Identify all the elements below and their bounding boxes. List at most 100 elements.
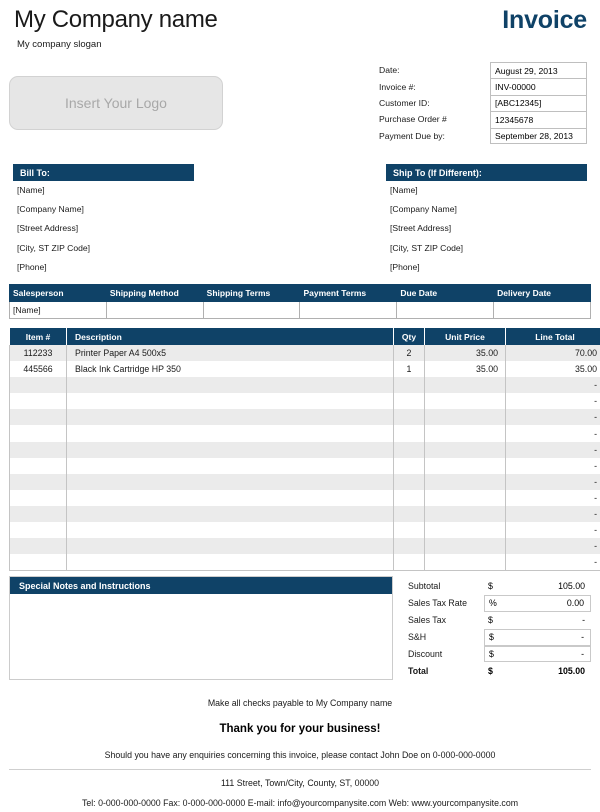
- cell-item[interactable]: [9, 393, 67, 410]
- terms-cell[interactable]: [396, 301, 495, 319]
- cell-description[interactable]: [66, 425, 394, 442]
- cell-description[interactable]: [66, 505, 394, 523]
- address-line[interactable]: [City, ST ZIP Code]: [386, 239, 587, 258]
- cell-description[interactable]: [66, 409, 394, 426]
- cell-item[interactable]: [9, 409, 67, 426]
- cell-description[interactable]: [66, 377, 394, 394]
- address-line[interactable]: [City, ST ZIP Code]: [13, 239, 194, 258]
- terms-cell[interactable]: [Name]: [9, 301, 107, 319]
- cell-item[interactable]: [9, 441, 67, 458]
- meta-row: Payment Due by: September 28, 2013: [378, 127, 587, 144]
- totals-currency-symbol: $: [484, 628, 514, 646]
- terms-column-header: Salesperson: [9, 284, 107, 302]
- cell-item[interactable]: [9, 457, 67, 474]
- cell-qty[interactable]: [393, 457, 425, 474]
- meta-row: Purchase Order # 12345678: [378, 111, 587, 128]
- meta-value[interactable]: 12345678: [490, 111, 587, 128]
- cell-line-total: -: [505, 489, 600, 506]
- terms-cell[interactable]: [105, 301, 204, 319]
- totals-amount[interactable]: -: [514, 628, 591, 646]
- cell-qty[interactable]: [393, 409, 425, 426]
- cell-qty[interactable]: [393, 489, 425, 506]
- cell-qty[interactable]: [393, 425, 425, 442]
- table-row: -: [9, 505, 600, 523]
- invoice-page: My Company name My company slogan Insert…: [0, 0, 600, 812]
- totals-amount[interactable]: -: [514, 645, 591, 663]
- address-line[interactable]: [Phone]: [13, 258, 194, 277]
- cell-unit-price[interactable]: [424, 409, 506, 426]
- cell-item[interactable]: 112233: [9, 345, 67, 362]
- cell-unit-price[interactable]: [424, 457, 506, 474]
- table-row: 112233 Printer Paper A4 500x5 2 35.00 70.00: [9, 345, 600, 362]
- cell-unit-price[interactable]: 35.00: [424, 361, 506, 378]
- cell-description[interactable]: [66, 457, 394, 474]
- cell-unit-price[interactable]: [424, 538, 506, 555]
- cell-qty[interactable]: [393, 538, 425, 555]
- cell-unit-price[interactable]: [424, 425, 506, 442]
- cell-qty[interactable]: [393, 441, 425, 458]
- ship-to-heading: Ship To (If Different):: [386, 164, 587, 181]
- cell-description[interactable]: [66, 522, 394, 539]
- meta-value[interactable]: September 28, 2013: [490, 127, 587, 144]
- cell-item[interactable]: [9, 489, 67, 506]
- cell-description[interactable]: [66, 473, 394, 490]
- address-line[interactable]: [Street Address]: [386, 219, 587, 238]
- cell-unit-price[interactable]: [424, 505, 506, 523]
- cell-qty[interactable]: [393, 473, 425, 490]
- cell-unit-price[interactable]: [424, 393, 506, 410]
- table-row: -: [9, 554, 600, 572]
- meta-row: Customer ID: [ABC12345]: [378, 94, 587, 112]
- cell-unit-price[interactable]: 35.00: [424, 345, 506, 362]
- address-line[interactable]: [Street Address]: [13, 219, 194, 238]
- cell-description[interactable]: Black Ink Cartridge HP 350: [66, 361, 394, 378]
- cell-item[interactable]: [9, 554, 67, 572]
- page-title: Invoice: [502, 6, 587, 34]
- cell-qty[interactable]: [393, 522, 425, 539]
- meta-value[interactable]: INV-00000: [490, 78, 587, 95]
- cell-unit-price[interactable]: [424, 522, 506, 539]
- cell-item[interactable]: 445566: [9, 361, 67, 378]
- cell-line-total: -: [505, 522, 600, 539]
- meta-value[interactable]: August 29, 2013: [490, 62, 587, 79]
- special-notes-box[interactable]: Special Notes and Instructions: [9, 576, 393, 680]
- cell-description[interactable]: [66, 489, 394, 506]
- company-slogan: My company slogan: [17, 39, 102, 50]
- address-line[interactable]: [Company Name]: [13, 200, 194, 219]
- cell-description[interactable]: [66, 554, 394, 572]
- cell-item[interactable]: [9, 522, 67, 539]
- cell-item[interactable]: [9, 425, 67, 442]
- footer-divider: [9, 769, 591, 770]
- cell-item[interactable]: [9, 473, 67, 490]
- logo-placeholder-label: Insert Your Logo: [65, 95, 167, 111]
- cell-item[interactable]: [9, 377, 67, 394]
- cell-unit-price[interactable]: [424, 377, 506, 394]
- totals-label: Discount: [408, 649, 443, 659]
- cell-qty[interactable]: [393, 505, 425, 523]
- address-line[interactable]: [Name]: [386, 181, 587, 200]
- meta-value[interactable]: [ABC12345]: [490, 94, 587, 112]
- cell-line-total: -: [505, 441, 600, 458]
- cell-item[interactable]: [9, 538, 67, 555]
- cell-qty[interactable]: [393, 393, 425, 410]
- address-line[interactable]: [Name]: [13, 181, 194, 200]
- cell-unit-price[interactable]: [424, 554, 506, 572]
- cell-description[interactable]: Printer Paper A4 500x5: [66, 345, 394, 362]
- cell-description[interactable]: [66, 441, 394, 458]
- terms-cell[interactable]: [202, 301, 301, 319]
- cell-description[interactable]: [66, 393, 394, 410]
- address-line[interactable]: [Phone]: [386, 258, 587, 277]
- terms-cell[interactable]: [493, 301, 591, 319]
- cell-unit-price[interactable]: [424, 473, 506, 490]
- terms-cell[interactable]: [299, 301, 398, 319]
- cell-unit-price[interactable]: [424, 441, 506, 458]
- cell-description[interactable]: [66, 538, 394, 555]
- cell-qty[interactable]: [393, 377, 425, 394]
- cell-qty[interactable]: [393, 554, 425, 572]
- cell-qty[interactable]: 2: [393, 345, 425, 362]
- cell-unit-price[interactable]: [424, 489, 506, 506]
- totals-amount[interactable]: 0.00: [514, 594, 591, 612]
- cell-qty[interactable]: 1: [393, 361, 425, 378]
- address-line[interactable]: [Company Name]: [386, 200, 587, 219]
- cell-item[interactable]: [9, 505, 67, 523]
- logo-placeholder[interactable]: Insert Your Logo: [9, 76, 223, 130]
